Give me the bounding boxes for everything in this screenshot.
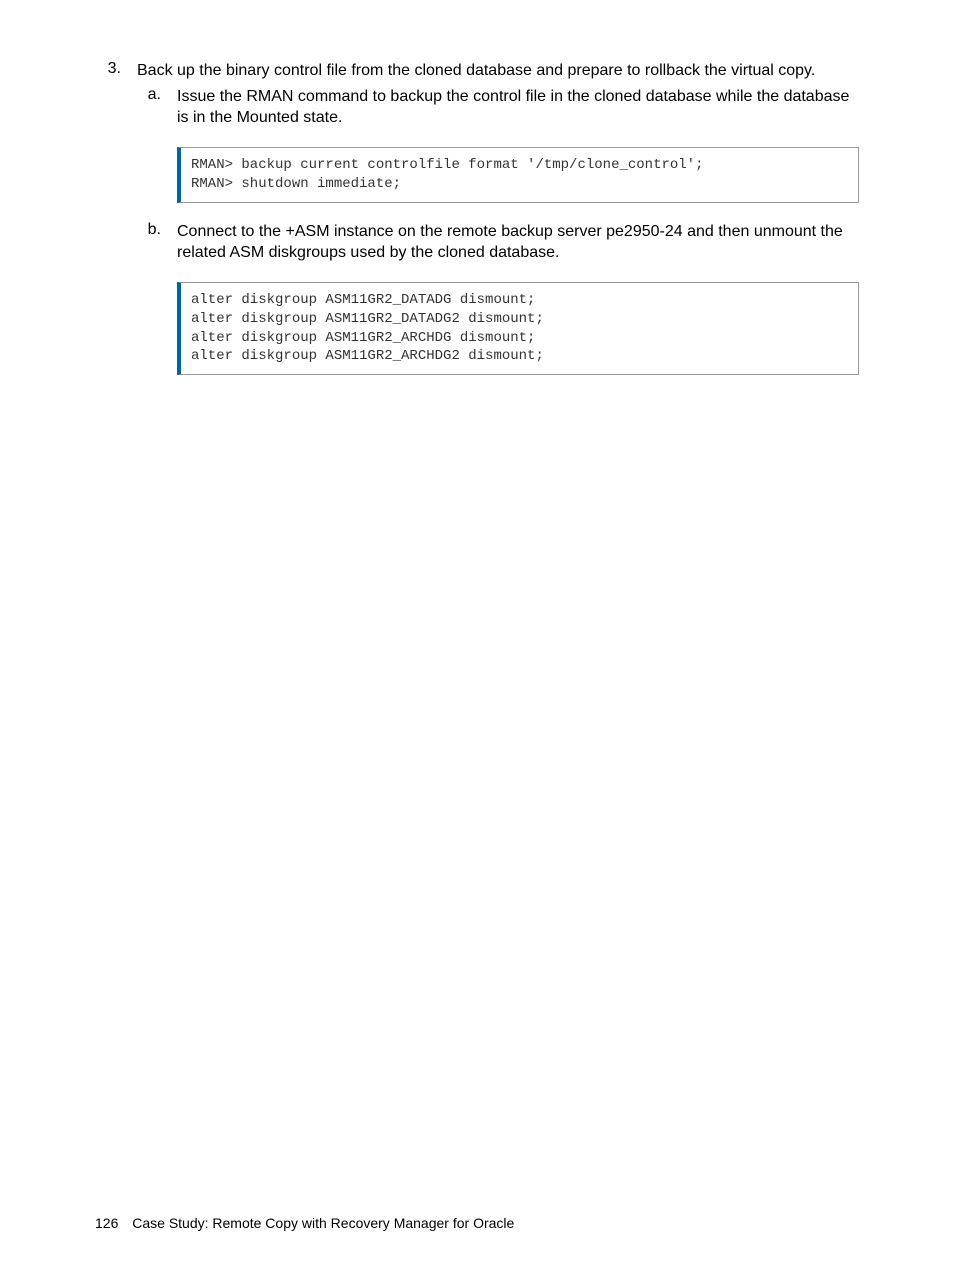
page-number: 126 <box>95 1215 118 1231</box>
ordered-step: 3. Back up the binary control file from … <box>95 60 859 82</box>
substep: b. Connect to the +ASM instance on the r… <box>95 221 859 264</box>
substep-text: Connect to the +ASM instance on the remo… <box>177 221 859 264</box>
page-content: 3. Back up the binary control file from … <box>95 60 859 375</box>
footer-title: Case Study: Remote Copy with Recovery Ma… <box>132 1215 514 1231</box>
substep: a. Issue the RMAN command to backup the … <box>95 86 859 129</box>
substep-letter: a. <box>95 86 177 129</box>
step-number: 3. <box>95 60 137 82</box>
step-text: Back up the binary control file from the… <box>137 60 859 82</box>
code-block: alter diskgroup ASM11GR2_DATADG dismount… <box>177 282 859 376</box>
substep-letter: b. <box>95 221 177 264</box>
code-block: RMAN> backup current controlfile format … <box>177 147 859 203</box>
substep-text: Issue the RMAN command to backup the con… <box>177 86 859 129</box>
page-footer: 126 Case Study: Remote Copy with Recover… <box>95 1215 514 1231</box>
